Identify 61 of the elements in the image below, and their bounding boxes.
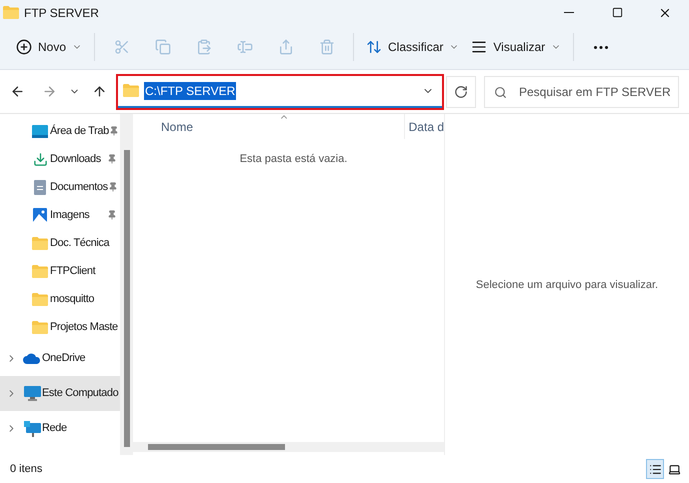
pin-icon <box>108 126 119 136</box>
copy-icon <box>154 39 171 55</box>
sidebar-item[interactable]: Documentos <box>0 173 120 201</box>
item-count: 0 itens <box>10 462 42 477</box>
view-toggle[interactable] <box>646 459 664 479</box>
pin-icon <box>108 182 118 192</box>
sidebar-item[interactable]: FTPClient <box>0 257 120 285</box>
sidebar-item[interactable]: Área de Trab <box>0 117 120 145</box>
preview-message: Selecione um arquivo para visualizar. <box>476 278 658 294</box>
address-field[interactable]: C:\FTP SERVER <box>118 76 442 108</box>
clipboard-icon <box>196 39 212 55</box>
trash-icon <box>318 39 335 55</box>
toolbar-menu-button[interactable]: Novo <box>10 31 88 63</box>
maximize-icon <box>612 7 622 18</box>
desktop-icon <box>32 124 48 138</box>
toolbar-menu-button[interactable]: Visualizar <box>465 31 568 63</box>
download-icon <box>32 152 48 166</box>
sidebar-item[interactable]: Downloads <box>0 145 120 173</box>
cloud-icon <box>23 353 41 364</box>
folder-icon <box>32 236 48 250</box>
plus-icon <box>16 39 32 55</box>
pin-icon <box>107 210 117 220</box>
folder-icon <box>32 292 48 306</box>
refresh-icon <box>454 84 468 98</box>
folder-icon <box>123 84 139 97</box>
column-header[interactable]: Data d <box>404 114 444 139</box>
sidebar-item[interactable]: Rede <box>0 411 120 446</box>
window-title: FTP SERVER <box>24 4 99 22</box>
address-path: C:\FTP SERVER <box>144 82 236 100</box>
refresh-button[interactable] <box>446 76 476 108</box>
sort-icon <box>366 39 382 55</box>
sidebar-item[interactable]: Projetos Maste <box>0 313 120 341</box>
network-icon <box>24 420 40 436</box>
sidebar-item[interactable]: mosquitto <box>0 285 120 313</box>
document-icon <box>34 180 46 194</box>
tiles-view-icon <box>668 462 680 476</box>
sidebar-item[interactable]: Doc. Técnica <box>0 229 120 257</box>
sidebar-item[interactable]: Imagens <box>0 201 120 229</box>
image-icon <box>33 208 47 222</box>
empty-folder-message: Esta pasta está vazia. <box>240 152 348 167</box>
folder-icon <box>3 6 19 19</box>
scrollbar-thumb[interactable] <box>124 150 130 447</box>
details-view-icon <box>648 462 662 476</box>
folder-icon <box>32 320 48 334</box>
minimize-icon <box>564 12 574 13</box>
column-header[interactable]: Nome <box>133 114 405 139</box>
scrollbar-thumb[interactable] <box>148 444 285 450</box>
computer-icon <box>24 386 40 401</box>
sidebar-item[interactable]: OneDrive <box>0 341 120 376</box>
rename-icon <box>236 39 253 55</box>
search-icon <box>494 86 507 98</box>
more-icon <box>594 46 608 48</box>
sidebar-item[interactable]: Este Computado <box>0 376 120 411</box>
folder-icon <box>32 264 48 278</box>
toolbar-menu-button[interactable]: Classificar <box>360 31 466 63</box>
search-field[interactable]: Pesquisar em FTP SERVER <box>484 76 679 108</box>
lines-icon <box>471 39 488 55</box>
scissors-icon <box>114 39 130 55</box>
forward-arrow-icon <box>42 84 56 99</box>
share-icon <box>278 39 294 55</box>
pin-icon <box>107 154 117 164</box>
